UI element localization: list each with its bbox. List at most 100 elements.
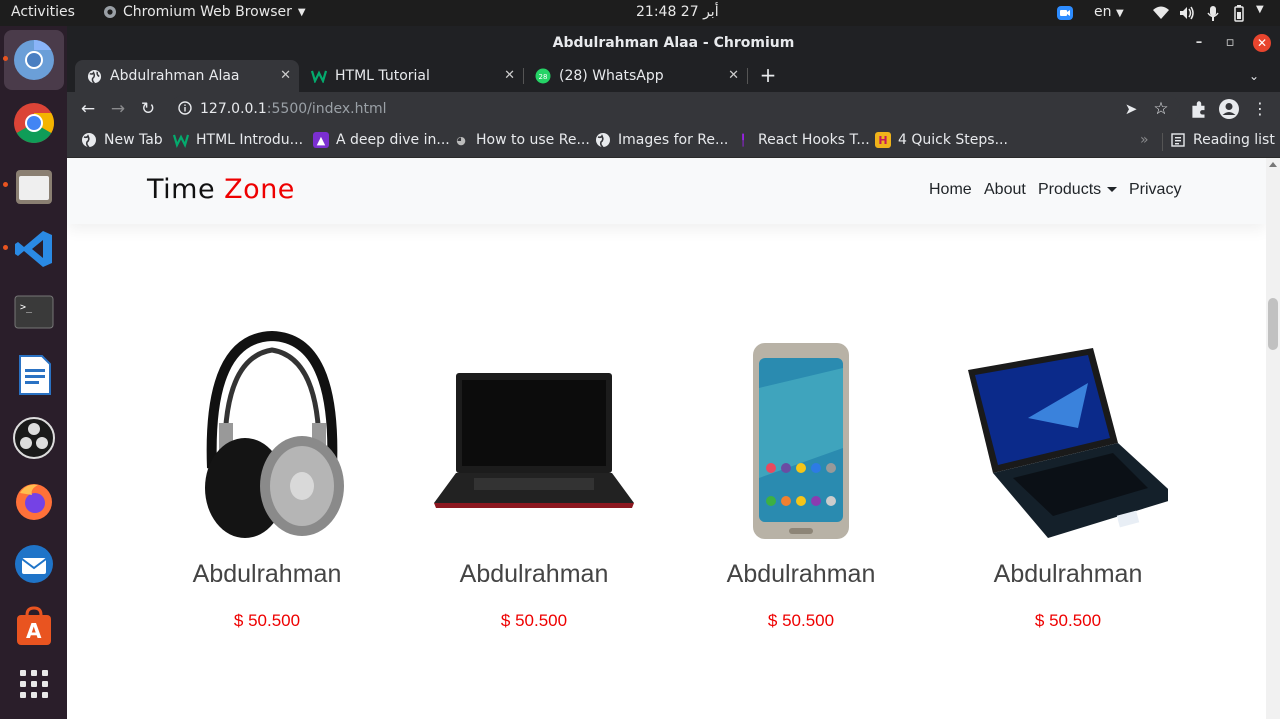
volume-icon[interactable] <box>1178 4 1196 22</box>
zoom-icon[interactable] <box>1056 4 1074 22</box>
send-to-devices-icon[interactable]: ➤ <box>1120 98 1142 120</box>
dock-writer[interactable] <box>4 345 64 405</box>
bookmark-label: React Hooks T... <box>758 132 870 148</box>
bookmark-deep-dive[interactable]: ▲ A deep dive in... <box>313 132 450 148</box>
nav-privacy[interactable]: Privacy <box>1129 181 1181 199</box>
url-path: :5500/index.html <box>266 101 387 117</box>
product-card[interactable]: Abdulrahman $ 50.500 <box>681 328 921 648</box>
product-card[interactable]: Abdulrahman $ 50.500 <box>414 328 654 648</box>
tab-search-chevron-icon[interactable]: ⌄ <box>1243 65 1265 87</box>
forward-button[interactable]: → <box>107 98 129 120</box>
nav-home[interactable]: Home <box>929 181 972 199</box>
globe-icon <box>87 69 102 84</box>
headphones-image <box>205 330 344 538</box>
dock-files[interactable] <box>4 156 64 216</box>
bookmark-new-tab[interactable]: New Tab <box>81 132 163 148</box>
app-menu[interactable]: Chromium Web Browser ▼ <box>103 4 306 20</box>
minimize-button[interactable]: – <box>1188 32 1210 54</box>
url-text: 127.0.0.1:5500/index.html <box>200 101 387 117</box>
wifi-icon[interactable] <box>1152 4 1170 22</box>
close-tab-icon[interactable]: ✕ <box>504 68 515 83</box>
reading-list-label: Reading list <box>1193 132 1275 148</box>
h-icon: H <box>875 132 891 148</box>
bookmark-quick-steps[interactable]: H 4 Quick Steps... <box>875 132 1008 148</box>
scrollbar-thumb[interactable] <box>1268 298 1278 350</box>
reload-button[interactable]: ↻ <box>137 98 159 120</box>
activities-button[interactable]: Activities <box>11 4 75 20</box>
tab-whatsapp[interactable]: 28 (28) WhatsApp ✕ <box>523 60 747 92</box>
caret-down-icon <box>1107 187 1118 193</box>
show-applications-button[interactable] <box>4 654 64 714</box>
language-label: en <box>1094 4 1112 20</box>
product-price: $ 50.500 <box>767 611 835 630</box>
reading-list-button[interactable]: Reading list <box>1170 132 1275 148</box>
close-tab-icon[interactable]: ✕ <box>728 68 739 83</box>
bookmark-label: New Tab <box>104 132 163 148</box>
libreoffice-writer-icon <box>19 355 51 395</box>
running-indicator <box>3 245 8 250</box>
tab-strip: Abdulrahman Alaa ✕ HTML Tutorial ✕ 28 (2… <box>67 60 1280 92</box>
extensions-icon[interactable] <box>1188 98 1210 120</box>
battery-icon[interactable] <box>1230 4 1248 22</box>
close-button[interactable]: ✕ <box>1253 34 1271 52</box>
dock-firefox[interactable] <box>4 471 64 531</box>
maximize-button[interactable]: ▫ <box>1219 32 1241 54</box>
bookmark-html-intro[interactable]: HTML Introdu... <box>173 132 303 148</box>
dock-terminal[interactable]: >_ <box>4 282 64 342</box>
obs-icon <box>13 417 55 459</box>
smartphone-image <box>753 343 849 539</box>
dock-vscode[interactable] <box>4 219 64 279</box>
scroll-up-arrow-icon[interactable] <box>1269 162 1277 167</box>
site-logo[interactable]: Time Zone <box>147 174 295 205</box>
close-tab-icon[interactable]: ✕ <box>280 68 291 83</box>
bookmark-react-hooks[interactable]: ╿ React Hooks T... <box>735 132 870 148</box>
page-viewport: Time Zone Home About Products Privacy Ab… <box>67 158 1280 719</box>
bookmark-how-to-use[interactable]: ◕ How to use Re... <box>453 132 590 148</box>
profile-avatar-icon[interactable] <box>1218 98 1240 120</box>
dock-obs[interactable] <box>4 408 64 468</box>
product-card[interactable]: Abdulrahman $ 50.500 <box>948 328 1188 648</box>
dock-chromium[interactable] <box>4 30 64 90</box>
svg-text:A: A <box>26 619 42 643</box>
product-name: Abdulrahman <box>192 560 342 588</box>
product-card[interactable]: Abdulrahman $ 50.500 <box>147 328 387 648</box>
files-icon <box>16 170 52 204</box>
product-name: Abdulrahman <box>459 560 609 588</box>
clock[interactable]: 21:48 أبر 27 <box>636 4 719 20</box>
chromium-small-icon <box>104 6 116 18</box>
w3schools-icon <box>311 70 327 83</box>
bookmark-label: HTML Introdu... <box>196 132 304 148</box>
bookmark-images[interactable]: Images for Re... <box>595 132 728 148</box>
svg-text:28: 28 <box>539 73 548 81</box>
app-grid-icon <box>20 670 48 698</box>
purple-rocket-icon: ▲ <box>313 132 329 148</box>
bookmarks-divider <box>1162 133 1163 151</box>
page-scrollbar[interactable] <box>1266 158 1280 719</box>
microphone-icon[interactable] <box>1204 4 1222 22</box>
bookmark-label: A deep dive in... <box>336 132 450 148</box>
tab-html-tutorial[interactable]: HTML Tutorial ✕ <box>299 60 523 92</box>
nav-products-dropdown[interactable]: Products <box>1038 181 1118 199</box>
site-info-icon[interactable] <box>178 101 192 115</box>
bookmark-star-icon[interactable]: ☆ <box>1150 98 1172 120</box>
reading-list-icon <box>1171 133 1185 147</box>
window-titlebar[interactable]: Abdulrahman Alaa - Chromium – ▫ ✕ <box>67 26 1280 60</box>
dock-thunderbird[interactable] <box>4 534 64 594</box>
system-menu-chevron-icon[interactable]: ▼ <box>1256 4 1264 15</box>
new-tab-button[interactable]: + <box>757 64 779 86</box>
dock-chrome[interactable] <box>4 93 64 153</box>
address-bar[interactable]: 127.0.0.1:5500/index.html <box>170 95 1180 123</box>
dock-software[interactable]: A <box>4 597 64 657</box>
more-bookmarks-chevron-icon[interactable]: » <box>1140 132 1149 148</box>
url-host: 127.0.0.1 <box>200 101 267 117</box>
chevron-down-icon: ▼ <box>297 6 306 18</box>
vscode-icon <box>15 231 52 267</box>
nav-products-label: Products <box>1038 181 1102 198</box>
tab-title: (28) WhatsApp <box>559 68 664 84</box>
menu-kebab-icon[interactable]: ⋮ <box>1249 98 1271 120</box>
language-indicator[interactable]: en ▼ <box>1094 4 1124 20</box>
tab-abdulrahman-alaa[interactable]: Abdulrahman Alaa ✕ <box>75 60 299 92</box>
chrome-icon <box>14 103 54 143</box>
nav-about[interactable]: About <box>984 181 1026 199</box>
back-button[interactable]: ← <box>77 98 99 120</box>
